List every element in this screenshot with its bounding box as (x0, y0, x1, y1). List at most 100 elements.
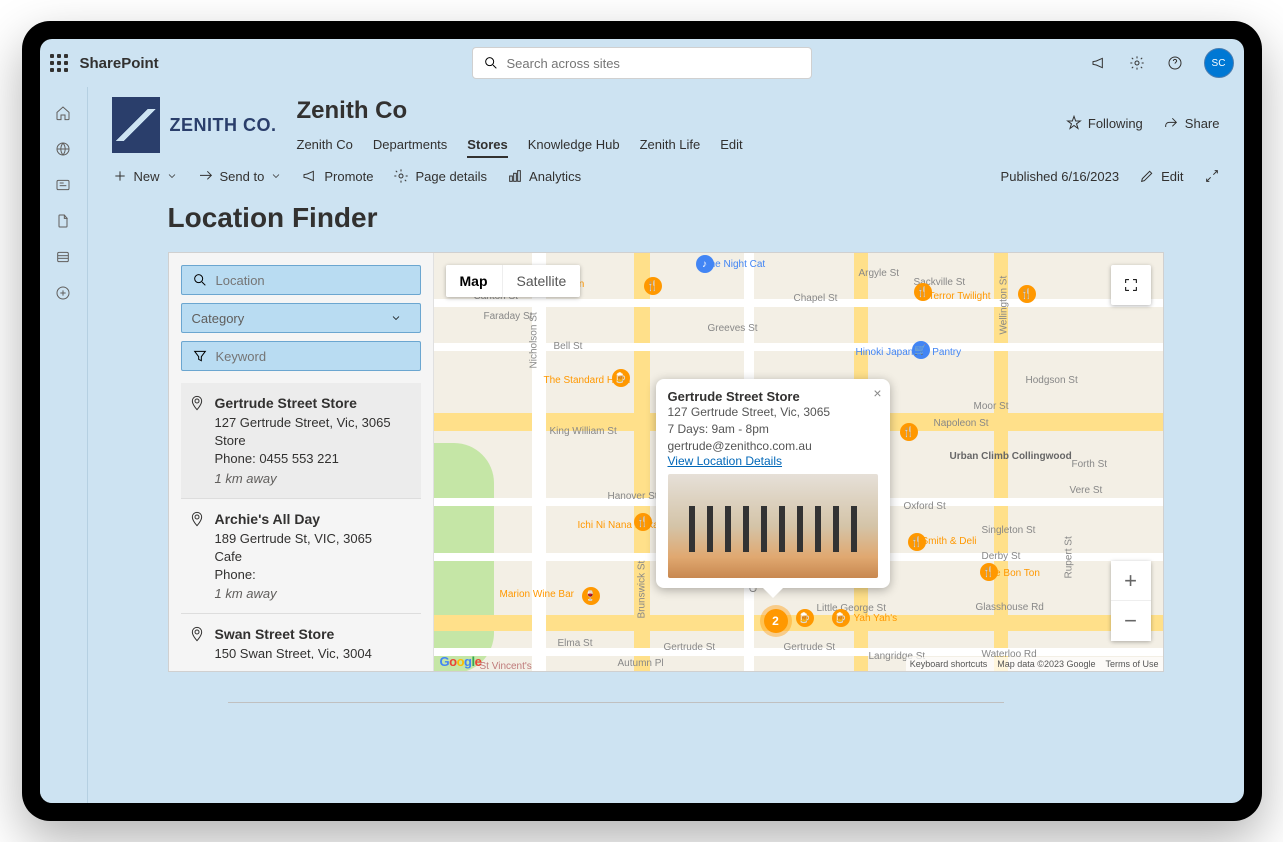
analytics-button[interactable]: Analytics (507, 168, 581, 184)
promote-button[interactable]: Promote (302, 168, 373, 184)
map-pane[interactable]: The Night Cat Argyle St Sackville St ked… (434, 253, 1163, 671)
map-marker-cluster[interactable]: 2 (764, 609, 788, 633)
map-poi-icon[interactable]: 🍴 (1018, 285, 1036, 303)
send-to-button[interactable]: Send to (198, 168, 283, 184)
result-item[interactable]: Gertrude Street Store 127 Gertrude Stree… (181, 383, 421, 499)
expand-button[interactable] (1204, 168, 1220, 184)
map-road-label: Argyle St (859, 268, 900, 279)
result-list: Gertrude Street Store 127 Gertrude Stree… (181, 383, 421, 659)
share-label: Share (1185, 116, 1220, 131)
user-avatar[interactable]: SC (1204, 48, 1234, 78)
map-poi-label: Urban Climb Collingwood (950, 451, 1072, 462)
global-search[interactable] (472, 47, 812, 79)
keyword-input[interactable] (216, 349, 410, 364)
map-poi-icon[interactable]: ♪ (696, 255, 714, 273)
add-circle-icon[interactable] (53, 283, 73, 303)
send-icon (198, 168, 214, 184)
follow-button[interactable]: Following (1066, 115, 1143, 131)
help-icon[interactable] (1166, 54, 1184, 72)
fullscreen-button[interactable] (1111, 265, 1151, 305)
nav-departments[interactable]: Departments (373, 137, 447, 158)
page-details-button[interactable]: Page details (393, 168, 487, 184)
map-road-label: Napoleon St (934, 418, 989, 429)
map-road-label: Brunswick St (636, 561, 647, 619)
page-title: Location Finder (168, 202, 1164, 234)
new-button[interactable]: New (112, 168, 178, 184)
map-road-label: Glasshouse Rd (976, 602, 1044, 613)
location-filter[interactable] (181, 265, 421, 295)
map-road-label: Bell St (554, 341, 583, 352)
nav-edit[interactable]: Edit (720, 137, 742, 158)
result-item[interactable]: Archie's All Day 189 Gertrude St, VIC, 3… (181, 499, 421, 615)
nav-zenithco[interactable]: Zenith Co (297, 137, 353, 158)
map-poi-icon[interactable]: 🍷 (582, 587, 600, 605)
map-poi-label: Hinoki Japanese Pantry (856, 347, 962, 358)
nav-stores[interactable]: Stores (467, 137, 507, 158)
map-poi-icon[interactable]: 🍴 (900, 423, 918, 441)
nav-knowledgehub[interactable]: Knowledge Hub (528, 137, 620, 158)
info-image (668, 474, 878, 578)
app-launcher-icon[interactable] (50, 54, 68, 72)
site-logo[interactable]: ZENITH CO. (112, 97, 277, 153)
finder-sidebar: Category Gertrude Street Store 127 Gert (169, 253, 434, 671)
map-road-label: Nicholson St (528, 312, 539, 368)
map-poi-label: St Vincent's (480, 661, 532, 671)
map-road-label: Gertrude St (784, 642, 836, 653)
map-type-switch: Map Satellite (446, 265, 581, 297)
map-poi-icon[interactable]: 🛒 (912, 341, 930, 359)
map-poi-icon[interactable]: 🍺 (796, 609, 814, 627)
location-input[interactable] (216, 273, 410, 288)
result-item[interactable]: Swan Street Store 150 Swan Street, Vic, … (181, 614, 421, 659)
file-icon[interactable] (53, 211, 73, 231)
expand-icon (1204, 168, 1220, 184)
map-attribution: Map data ©2023 Google (997, 659, 1095, 669)
home-icon[interactable] (53, 103, 73, 123)
keyword-filter[interactable] (181, 341, 421, 371)
category-filter[interactable]: Category (181, 303, 421, 333)
map-road-label: Rupert St (1063, 536, 1074, 578)
map-road-label: Faraday St (484, 311, 533, 322)
search-icon (483, 55, 499, 71)
category-label: Category (192, 311, 382, 326)
pin-icon (189, 395, 205, 411)
keyboard-shortcuts-link[interactable]: Keyboard shortcuts (910, 659, 988, 669)
gear-icon (393, 168, 409, 184)
map-road-label: Derby St (982, 551, 1021, 562)
map-poi-icon[interactable]: 🍴 (980, 563, 998, 581)
map-footer: Keyboard shortcuts Map data ©2023 Google… (906, 657, 1163, 671)
search-icon (192, 272, 208, 288)
divider (228, 702, 1004, 703)
map-poi-icon[interactable]: 🍴 (634, 513, 652, 531)
edit-button[interactable]: Edit (1139, 168, 1183, 184)
terms-link[interactable]: Terms of Use (1105, 659, 1158, 669)
map-road-label: Singleton St (982, 525, 1036, 536)
zoom-control: + − (1111, 561, 1151, 641)
close-icon[interactable]: × (873, 385, 881, 401)
star-icon (1066, 115, 1082, 131)
map-info-window: × Gertrude Street Store 127 Gertrude Str… (656, 379, 890, 588)
zoom-in-button[interactable]: + (1111, 561, 1151, 601)
map-poi-icon[interactable]: 🍴 (644, 277, 662, 295)
list-icon[interactable] (53, 247, 73, 267)
fullscreen-icon (1123, 277, 1139, 293)
suite-app-name: SharePoint (80, 55, 159, 72)
nav-zenithlife[interactable]: Zenith Life (640, 137, 701, 158)
map-poi-icon[interactable]: 🍺 (832, 609, 850, 627)
view-details-link[interactable]: View Location Details (668, 454, 878, 468)
share-button[interactable]: Share (1163, 115, 1220, 131)
map-poi-icon[interactable]: 🍺 (612, 369, 630, 387)
map-type-satellite[interactable]: Satellite (503, 265, 581, 297)
globe-icon[interactable] (53, 139, 73, 159)
map-poi-icon[interactable]: 🍴 (908, 533, 926, 551)
news-icon[interactable] (53, 175, 73, 195)
megaphone-icon[interactable] (1090, 54, 1108, 72)
zoom-out-button[interactable]: − (1111, 601, 1151, 641)
gear-icon[interactable] (1128, 54, 1146, 72)
search-input[interactable] (507, 56, 801, 71)
map-poi-icon[interactable]: 🍴 (914, 283, 932, 301)
chevron-down-icon (390, 312, 402, 324)
map-poi-label: Yah Yah's (854, 613, 898, 624)
map-road-label: Wellington St (998, 276, 1009, 335)
map-type-map[interactable]: Map (446, 265, 503, 297)
google-logo: Google (440, 654, 482, 669)
